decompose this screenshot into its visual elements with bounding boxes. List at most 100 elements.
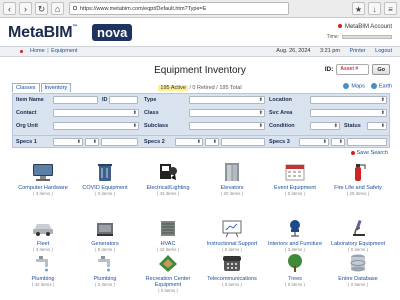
app-header: MetaBIM™ nova MetaBIM Account Time: <box>0 18 400 46</box>
category-laboratory-equipment[interactable]: Laboratory Equipment( 0 items ) <box>327 218 389 252</box>
microscope-icon <box>346 218 370 240</box>
category-recreation-center-equipment[interactable]: Recreation Center Equipment( 0 items ) <box>137 253 199 293</box>
specs3-select[interactable]: ⬍ <box>299 138 329 146</box>
bookmark-icon[interactable]: ★ <box>352 2 365 15</box>
category-label[interactable]: Recreation Center Equipment <box>137 276 199 288</box>
category-count: ( 0 items ) <box>157 288 178 293</box>
session-timer: Time: <box>327 34 392 40</box>
category-count: ( 42 items ) <box>156 247 180 252</box>
condition-select[interactable]: ⬍ <box>310 122 340 130</box>
breadcrumb-bar: Home | Equipment Aug. 26, 2024 3:21 pm P… <box>0 46 400 57</box>
inventory-status: 195 Active / 0 Retired / 195 Total <box>0 85 400 91</box>
category-covid-equipment[interactable]: COVID Equipment( 0 items ) <box>74 162 136 196</box>
account-dot-icon <box>337 24 342 28</box>
reload-icon[interactable]: ↻ <box>35 2 48 15</box>
category-trees[interactable]: Trees( 0 items ) <box>264 253 326 287</box>
item-name-label: Item Name <box>16 97 44 103</box>
category-computer-hardware[interactable]: Computer Hardware( 3 items ) <box>12 162 74 196</box>
map-links: Maps Earth <box>343 83 392 89</box>
retired-count[interactable]: 0 Retired <box>192 85 214 91</box>
category-telecommunications[interactable]: Telecommunications( 3 items ) <box>201 253 263 287</box>
download-icon[interactable]: ↓ <box>368 2 381 15</box>
asset-id-input[interactable]: Asset # <box>336 64 370 75</box>
item-name-input[interactable] <box>53 96 98 104</box>
elevator-icon <box>220 162 244 184</box>
specs3-value[interactable] <box>347 138 387 146</box>
home-icon[interactable]: ⌂ <box>51 2 64 15</box>
breadcrumb-equipment[interactable]: Equipment <box>51 48 77 54</box>
save-search-link[interactable]: Save Search <box>350 150 388 156</box>
time-label: Time: <box>326 34 339 40</box>
account-link[interactable]: MetaBIM Account <box>337 24 392 30</box>
save-icon <box>350 150 355 155</box>
class-select[interactable]: ⬍ <box>189 109 265 117</box>
map-icon <box>343 83 350 89</box>
category-instructional-support[interactable]: Instructional Support( 0 items ) <box>201 218 263 252</box>
contact-select[interactable]: ⬍ <box>53 109 139 117</box>
logo-tm: ™ <box>72 24 78 30</box>
forward-icon[interactable]: › <box>19 2 32 15</box>
logo-text: MetaBIM <box>8 24 73 41</box>
id-lookup: ID: Asset # Go <box>325 64 390 75</box>
location-select[interactable]: ⬍ <box>310 96 387 104</box>
specs1-value[interactable] <box>101 138 138 146</box>
category-count: ( 0 items ) <box>94 282 115 287</box>
specs2-select[interactable]: ⬍ <box>175 138 203 146</box>
category-interiors-and-furniture[interactable]: Interiors and Furniture( 3 items ) <box>264 218 326 252</box>
org-unit-select[interactable]: ⬍ <box>53 122 139 130</box>
category-event-equipment[interactable]: Event Equipment( 0 items ) <box>264 162 326 196</box>
header-tools: Aug. 26, 2024 3:21 pm Printer Logout <box>276 47 392 56</box>
whiteboard-icon <box>220 218 244 240</box>
type-select[interactable]: ⬍ <box>189 96 265 104</box>
back-icon[interactable]: ‹ <box>3 2 16 15</box>
category-count: ( 43 items ) <box>156 191 180 196</box>
category-elevators[interactable]: Elevators( 20 items ) <box>201 162 263 196</box>
category-plumbing[interactable]: Plumbing( 42 items ) <box>12 253 74 287</box>
trash-bin-icon <box>93 162 117 184</box>
category-count: ( 0 items ) <box>94 191 115 196</box>
earth-link[interactable]: Earth <box>370 83 392 89</box>
condition-label: Condition <box>269 123 295 129</box>
hvac-icon <box>156 218 180 240</box>
specs1-select[interactable]: ⬍ <box>53 138 83 146</box>
specs1-operator[interactable]: ⬍ <box>85 138 99 146</box>
active-count[interactable]: 195 Active <box>158 85 188 91</box>
svc-area-select[interactable]: ⬍ <box>310 109 387 117</box>
category-hvac[interactable]: HVAC( 42 items ) <box>137 218 199 252</box>
category-electrical-lighting[interactable]: Electrical/Lighting( 43 items ) <box>137 162 199 196</box>
go-button[interactable]: Go <box>372 64 390 75</box>
breadcrumb: Home | Equipment <box>30 47 77 56</box>
maps-label: Maps <box>351 83 365 90</box>
category-fire-life-and-safety[interactable]: Fire Life and Safety( 25 items ) <box>327 162 389 196</box>
account-label: MetaBIM Account <box>344 24 392 30</box>
maps-link[interactable]: Maps <box>343 83 365 90</box>
category-generators[interactable]: Generators( 5 items ) <box>74 218 136 252</box>
breadcrumb-home[interactable]: Home <box>30 48 45 54</box>
status-select[interactable]: ⬍ <box>367 122 387 130</box>
status-dot-icon <box>20 50 23 53</box>
category-plumbing[interactable]: Plumbing( 0 items ) <box>74 253 136 287</box>
subclass-label: Subclass <box>144 123 169 129</box>
logout-link[interactable]: Logout <box>375 48 392 54</box>
total-count[interactable]: 195 Total <box>219 85 241 91</box>
logo[interactable]: MetaBIM™ <box>8 24 77 42</box>
monitor-icon <box>31 162 55 184</box>
id-filter-input[interactable] <box>109 96 138 104</box>
category-count: ( 25 items ) <box>346 191 370 196</box>
specs3-operator[interactable]: ⬍ <box>331 138 345 146</box>
specs2-label: Specs 2 <box>144 139 165 145</box>
subclass-select[interactable]: ⬍ <box>189 122 265 130</box>
electrician-icon <box>156 162 180 184</box>
tree-icon <box>283 253 307 275</box>
category-count: ( 0 items ) <box>347 247 368 252</box>
specs2-operator[interactable]: ⬍ <box>205 138 219 146</box>
address-bar[interactable]: https://www.metabim.com/eqpt/Default.htm… <box>69 2 289 15</box>
category-count: ( 0 items ) <box>284 191 305 196</box>
category-count: ( 42 items ) <box>31 282 55 287</box>
category-fleet[interactable]: Fleet( 3 items ) <box>12 218 74 252</box>
specs2-value[interactable] <box>221 138 265 146</box>
menu-icon[interactable]: ≡ <box>384 2 397 15</box>
category-entire-database[interactable]: Entire Database( 0 items ) <box>327 253 389 287</box>
category-count: ( 5 items ) <box>94 247 115 252</box>
printer-link[interactable]: Printer <box>349 48 365 54</box>
